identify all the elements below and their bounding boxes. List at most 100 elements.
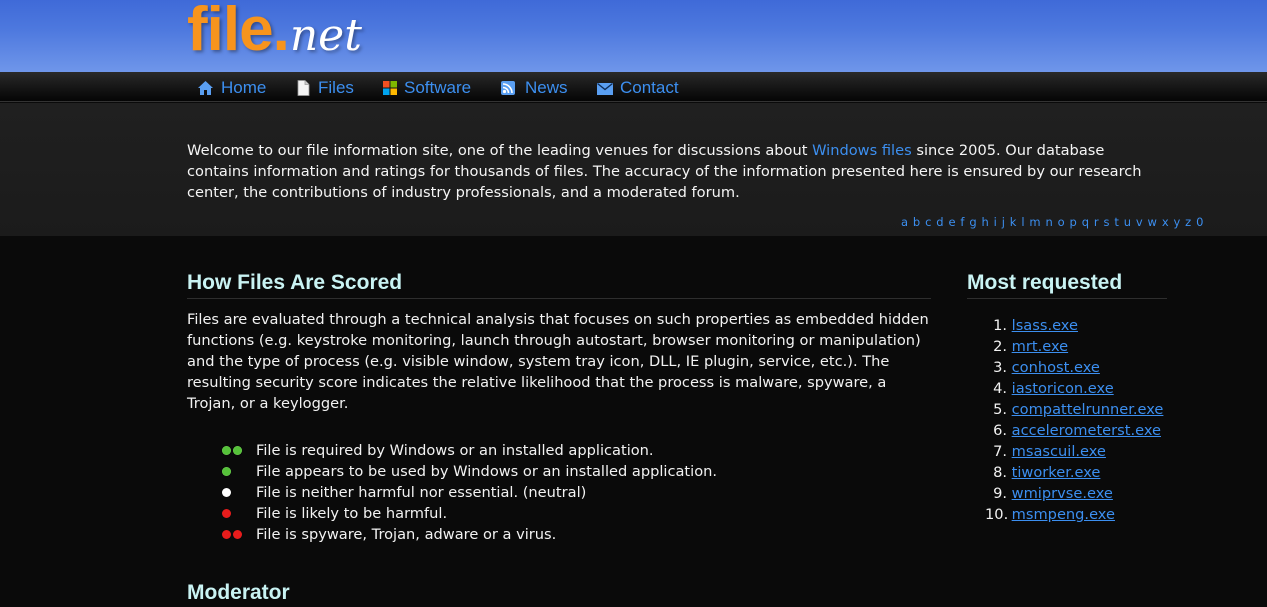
nav-home[interactable]: Home: [197, 78, 266, 98]
main-content: How Files Are Scored Files are evaluated…: [0, 236, 1267, 607]
alphabet-letter-h[interactable]: h: [982, 215, 990, 229]
legend-row-neutral: File is neither harmful nor essential. (…: [222, 482, 822, 503]
intro-paragraph: Welcome to our file information site, on…: [187, 140, 1147, 203]
list-item: 10. msmpeng.exe: [985, 504, 1175, 525]
legend-row-harmful: File is likely to be harmful.: [222, 503, 822, 524]
main-navigation: Home Files Software News Contact: [0, 72, 1267, 102]
most-requested-link[interactable]: lsass.exe: [1012, 315, 1078, 336]
document-icon: [297, 80, 312, 96]
alphabet-letter-m[interactable]: m: [1029, 215, 1041, 229]
windows-icon: [383, 80, 398, 96]
legend-text: File is required by Windows or an instal…: [256, 442, 654, 459]
most-requested-link[interactable]: iastoricon.exe: [1012, 378, 1114, 399]
alphabet-letter-x[interactable]: x: [1162, 215, 1169, 229]
logo-dot: .: [272, 0, 290, 64]
alphabet-letter-0[interactable]: 0: [1196, 215, 1204, 229]
nav-news[interactable]: News: [501, 78, 568, 98]
most-requested-link[interactable]: wmiprvse.exe: [1012, 483, 1113, 504]
alphabet-letter-i[interactable]: i: [994, 215, 998, 229]
alphabet-letter-d[interactable]: d: [936, 215, 944, 229]
most-requested-link[interactable]: tiworker.exe: [1012, 462, 1101, 483]
list-item: 1. lsass.exe: [985, 315, 1175, 336]
list-item-number: 7.: [993, 443, 1007, 460]
double-green-dot-icon: [222, 446, 256, 455]
home-icon: [197, 80, 215, 96]
nav-software-label: Software: [404, 78, 472, 97]
alphabet-letter-g[interactable]: g: [969, 215, 977, 229]
alphabet-letter-r[interactable]: r: [1094, 215, 1099, 229]
alphabet-letter-s[interactable]: s: [1103, 215, 1110, 229]
rss-icon: [501, 80, 519, 96]
nav-contact-label: Contact: [620, 78, 679, 97]
alphabet-letter-p[interactable]: p: [1070, 215, 1078, 229]
alphabet-letter-j[interactable]: j: [1002, 215, 1006, 229]
intro-text-before: Welcome to our file information site, on…: [187, 142, 813, 159]
legend-text: File appears to be used by Windows or an…: [256, 463, 718, 480]
list-item: 8. tiworker.exe: [985, 462, 1175, 483]
moderator-heading: Moderator: [187, 581, 931, 607]
list-item: 2. mrt.exe: [985, 336, 1175, 357]
alphabet-letter-b[interactable]: b: [913, 215, 921, 229]
alphabet-letter-y[interactable]: y: [1173, 215, 1180, 229]
legend-row-used: File appears to be used by Windows or an…: [222, 461, 822, 482]
alphabet-letter-k[interactable]: k: [1010, 215, 1017, 229]
logo-file-text: file: [187, 0, 274, 64]
rating-legend: File is required by Windows or an instal…: [222, 440, 822, 545]
alphabet-letter-a[interactable]: a: [901, 215, 909, 229]
windows-files-link[interactable]: Windows files: [812, 142, 912, 159]
most-requested-link[interactable]: conhost.exe: [1012, 357, 1100, 378]
alphabet-letter-w[interactable]: w: [1148, 215, 1158, 229]
most-requested-link[interactable]: accelerometerst.exe: [1012, 420, 1161, 441]
list-item-number: 1.: [993, 317, 1007, 334]
list-item: 9. wmiprvse.exe: [985, 483, 1175, 504]
scoring-description: Files are evaluated through a technical …: [187, 311, 929, 412]
list-item: 6. accelerometerst.exe: [985, 420, 1175, 441]
site-logo[interactable]: file.net: [187, 0, 362, 65]
list-item-number: 3.: [993, 359, 1007, 376]
most-requested-link[interactable]: msmpeng.exe: [1012, 504, 1115, 525]
logo-net-text: net: [289, 10, 362, 61]
list-item-number: 9.: [993, 485, 1007, 502]
most-requested-link[interactable]: msascuil.exe: [1012, 441, 1106, 462]
most-requested-link[interactable]: mrt.exe: [1012, 336, 1068, 357]
list-item: 3. conhost.exe: [985, 357, 1175, 378]
intro-section: Welcome to our file information site, on…: [0, 103, 1267, 236]
list-item-number: 5.: [993, 401, 1007, 418]
alphabet-letter-o[interactable]: o: [1058, 215, 1066, 229]
list-item: 4. iastoricon.exe: [985, 378, 1175, 399]
site-header: file.net: [0, 0, 1267, 72]
nav-contact[interactable]: Contact: [597, 78, 679, 98]
mail-icon: [597, 80, 614, 96]
nav-files-label: Files: [318, 78, 354, 97]
alphabet-index: a b c d e f g h i j k l m n o p q r s t …: [901, 215, 1203, 229]
nav-news-label: News: [525, 78, 568, 97]
most-requested-heading: Most requested: [967, 271, 1167, 299]
list-item: 5. compattelrunner.exe: [985, 399, 1175, 420]
list-item-number: 2.: [993, 338, 1007, 355]
green-dot-icon: [222, 467, 256, 476]
nav-home-label: Home: [221, 78, 267, 97]
most-requested-list: 1. lsass.exe 2. mrt.exe 3. conhost.exe 4. i…: [985, 315, 1175, 525]
most-requested-link[interactable]: compattelrunner.exe: [1012, 399, 1164, 420]
alphabet-letter-v[interactable]: v: [1136, 215, 1143, 229]
legend-text: File is neither harmful nor essential. (…: [256, 484, 587, 501]
list-item: 7. msascuil.exe: [985, 441, 1175, 462]
list-item-number: 10.: [985, 506, 1009, 523]
legend-text: File is spyware, Trojan, adware or a vir…: [256, 526, 557, 543]
legend-row-required: File is required by Windows or an instal…: [222, 440, 822, 461]
alphabet-letter-z[interactable]: z: [1185, 215, 1192, 229]
alphabet-letter-f[interactable]: f: [960, 215, 965, 229]
alphabet-letter-n[interactable]: n: [1045, 215, 1053, 229]
alphabet-letter-l[interactable]: l: [1021, 215, 1025, 229]
alphabet-letter-q[interactable]: q: [1082, 215, 1090, 229]
nav-files[interactable]: Files: [297, 78, 354, 98]
alphabet-letter-e[interactable]: e: [948, 215, 956, 229]
legend-text: File is likely to be harmful.: [256, 505, 448, 522]
alphabet-letter-t[interactable]: t: [1114, 215, 1119, 229]
list-item-number: 6.: [993, 422, 1007, 439]
red-dot-icon: [222, 509, 256, 518]
double-red-dot-icon: [222, 530, 256, 539]
alphabet-letter-c[interactable]: c: [925, 215, 932, 229]
nav-software[interactable]: Software: [383, 78, 471, 98]
alphabet-letter-u[interactable]: u: [1124, 215, 1132, 229]
